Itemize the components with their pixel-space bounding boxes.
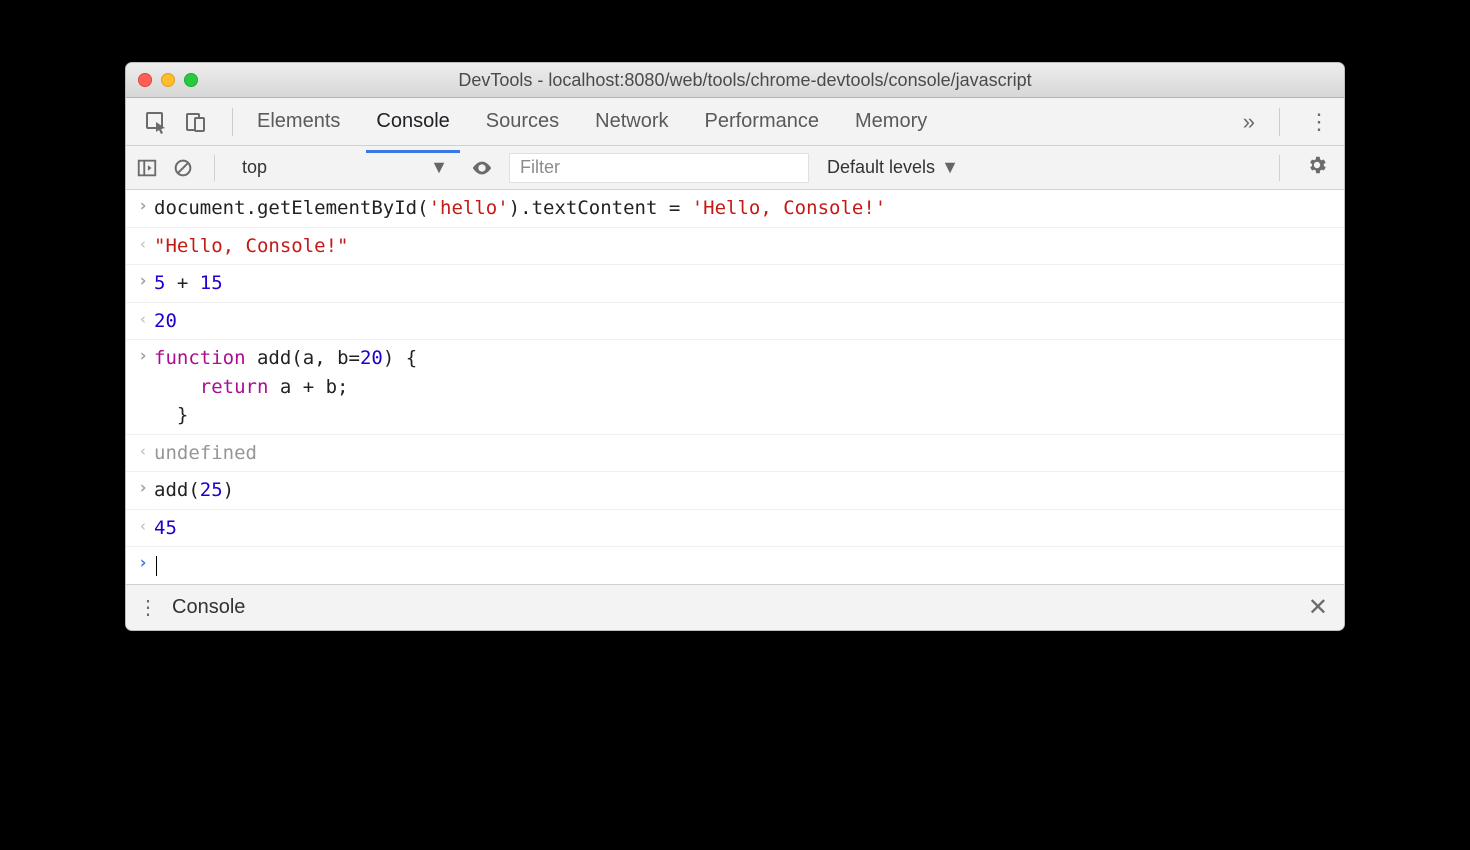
- panel-tab-performance[interactable]: Performance: [701, 100, 824, 143]
- console-output-row: 20: [126, 303, 1344, 341]
- toggle-device-toolbar-icon[interactable]: [184, 110, 208, 134]
- panel-tab-sources[interactable]: Sources: [482, 100, 563, 143]
- output-marker-icon: [132, 514, 154, 543]
- console-input-row: function add(a, b=20) { return a + b; }: [126, 340, 1344, 435]
- output-marker-icon: [132, 439, 154, 468]
- console-input-row: 5 + 15: [126, 265, 1344, 303]
- console-output-row: "Hello, Console!": [126, 228, 1344, 266]
- customize-devtools-icon[interactable]: ⋮: [1302, 109, 1336, 135]
- input-marker-icon: [132, 194, 154, 223]
- inspect-element-icon[interactable]: [144, 110, 168, 134]
- console-output-row: undefined: [126, 435, 1344, 473]
- log-levels-selector[interactable]: Default levels ▼: [827, 157, 959, 178]
- window-title: DevTools - localhost:8080/web/tools/chro…: [158, 70, 1332, 91]
- chevron-down-icon: ▼: [430, 157, 448, 178]
- input-marker-icon: [132, 344, 154, 430]
- panel-tab-network[interactable]: Network: [591, 100, 672, 143]
- separator: [214, 155, 215, 181]
- log-levels-label: Default levels: [827, 157, 935, 178]
- console-input-row: add(25): [126, 472, 1344, 510]
- code-content: 5 + 15: [154, 269, 1334, 298]
- close-drawer-icon[interactable]: ✕: [1302, 593, 1334, 622]
- console-settings-gear-icon[interactable]: [1300, 154, 1334, 181]
- console-messages[interactable]: document.getElementById('hello').textCon…: [126, 190, 1344, 584]
- show-console-sidebar-icon[interactable]: [136, 157, 158, 179]
- drawer-menu-icon[interactable]: ⋮: [136, 595, 160, 620]
- panel-tab-console[interactable]: Console: [372, 100, 453, 143]
- panel-tabbar: Elements Console Sources Network Performance…: [126, 98, 1344, 146]
- output-marker-icon: [132, 232, 154, 261]
- execution-context-label: top: [242, 157, 267, 178]
- panel-tab-elements[interactable]: Elements: [253, 100, 344, 143]
- code-content: "Hello, Console!": [154, 232, 1334, 261]
- input-marker-icon: [132, 476, 154, 505]
- panel-tabs: Elements Console Sources Network Performance…: [247, 100, 1233, 143]
- output-marker-icon: [132, 307, 154, 336]
- titlebar: DevTools - localhost:8080/web/tools/chro…: [126, 63, 1344, 98]
- drawer-tab-console[interactable]: Console: [170, 588, 247, 627]
- drawer: ⋮ Console ✕: [126, 584, 1344, 630]
- console-toolbar: top ▼ Default levels ▼: [126, 146, 1344, 190]
- console-prompt-row[interactable]: [126, 547, 1344, 584]
- code-content: 45: [154, 514, 1334, 543]
- live-expression-eye-icon[interactable]: [469, 157, 495, 179]
- close-window-button[interactable]: [138, 73, 152, 87]
- console-input-row: document.getElementById('hello').textCon…: [126, 190, 1344, 228]
- input-marker-icon: [132, 269, 154, 298]
- panel-tab-memory[interactable]: Memory: [851, 100, 931, 143]
- chevron-down-icon: ▼: [941, 157, 959, 178]
- code-content: function add(a, b=20) { return a + b; }: [154, 344, 1334, 430]
- prompt-marker-icon: [132, 551, 154, 580]
- execution-context-selector[interactable]: top ▼: [235, 154, 455, 181]
- filter-input[interactable]: [509, 153, 809, 183]
- code-content: 20: [154, 307, 1334, 336]
- code-content: document.getElementById('hello').textCon…: [154, 194, 1334, 223]
- more-tabs-icon[interactable]: »: [1233, 109, 1265, 135]
- prompt-input[interactable]: [154, 551, 1334, 580]
- separator: [1279, 108, 1280, 136]
- separator: [1279, 155, 1280, 181]
- code-content: add(25): [154, 476, 1334, 505]
- devtools-window: DevTools - localhost:8080/web/tools/chro…: [125, 62, 1345, 631]
- code-content: undefined: [154, 439, 1334, 468]
- console-output-row: 45: [126, 510, 1344, 548]
- separator: [232, 108, 233, 136]
- clear-console-icon[interactable]: [172, 157, 194, 179]
